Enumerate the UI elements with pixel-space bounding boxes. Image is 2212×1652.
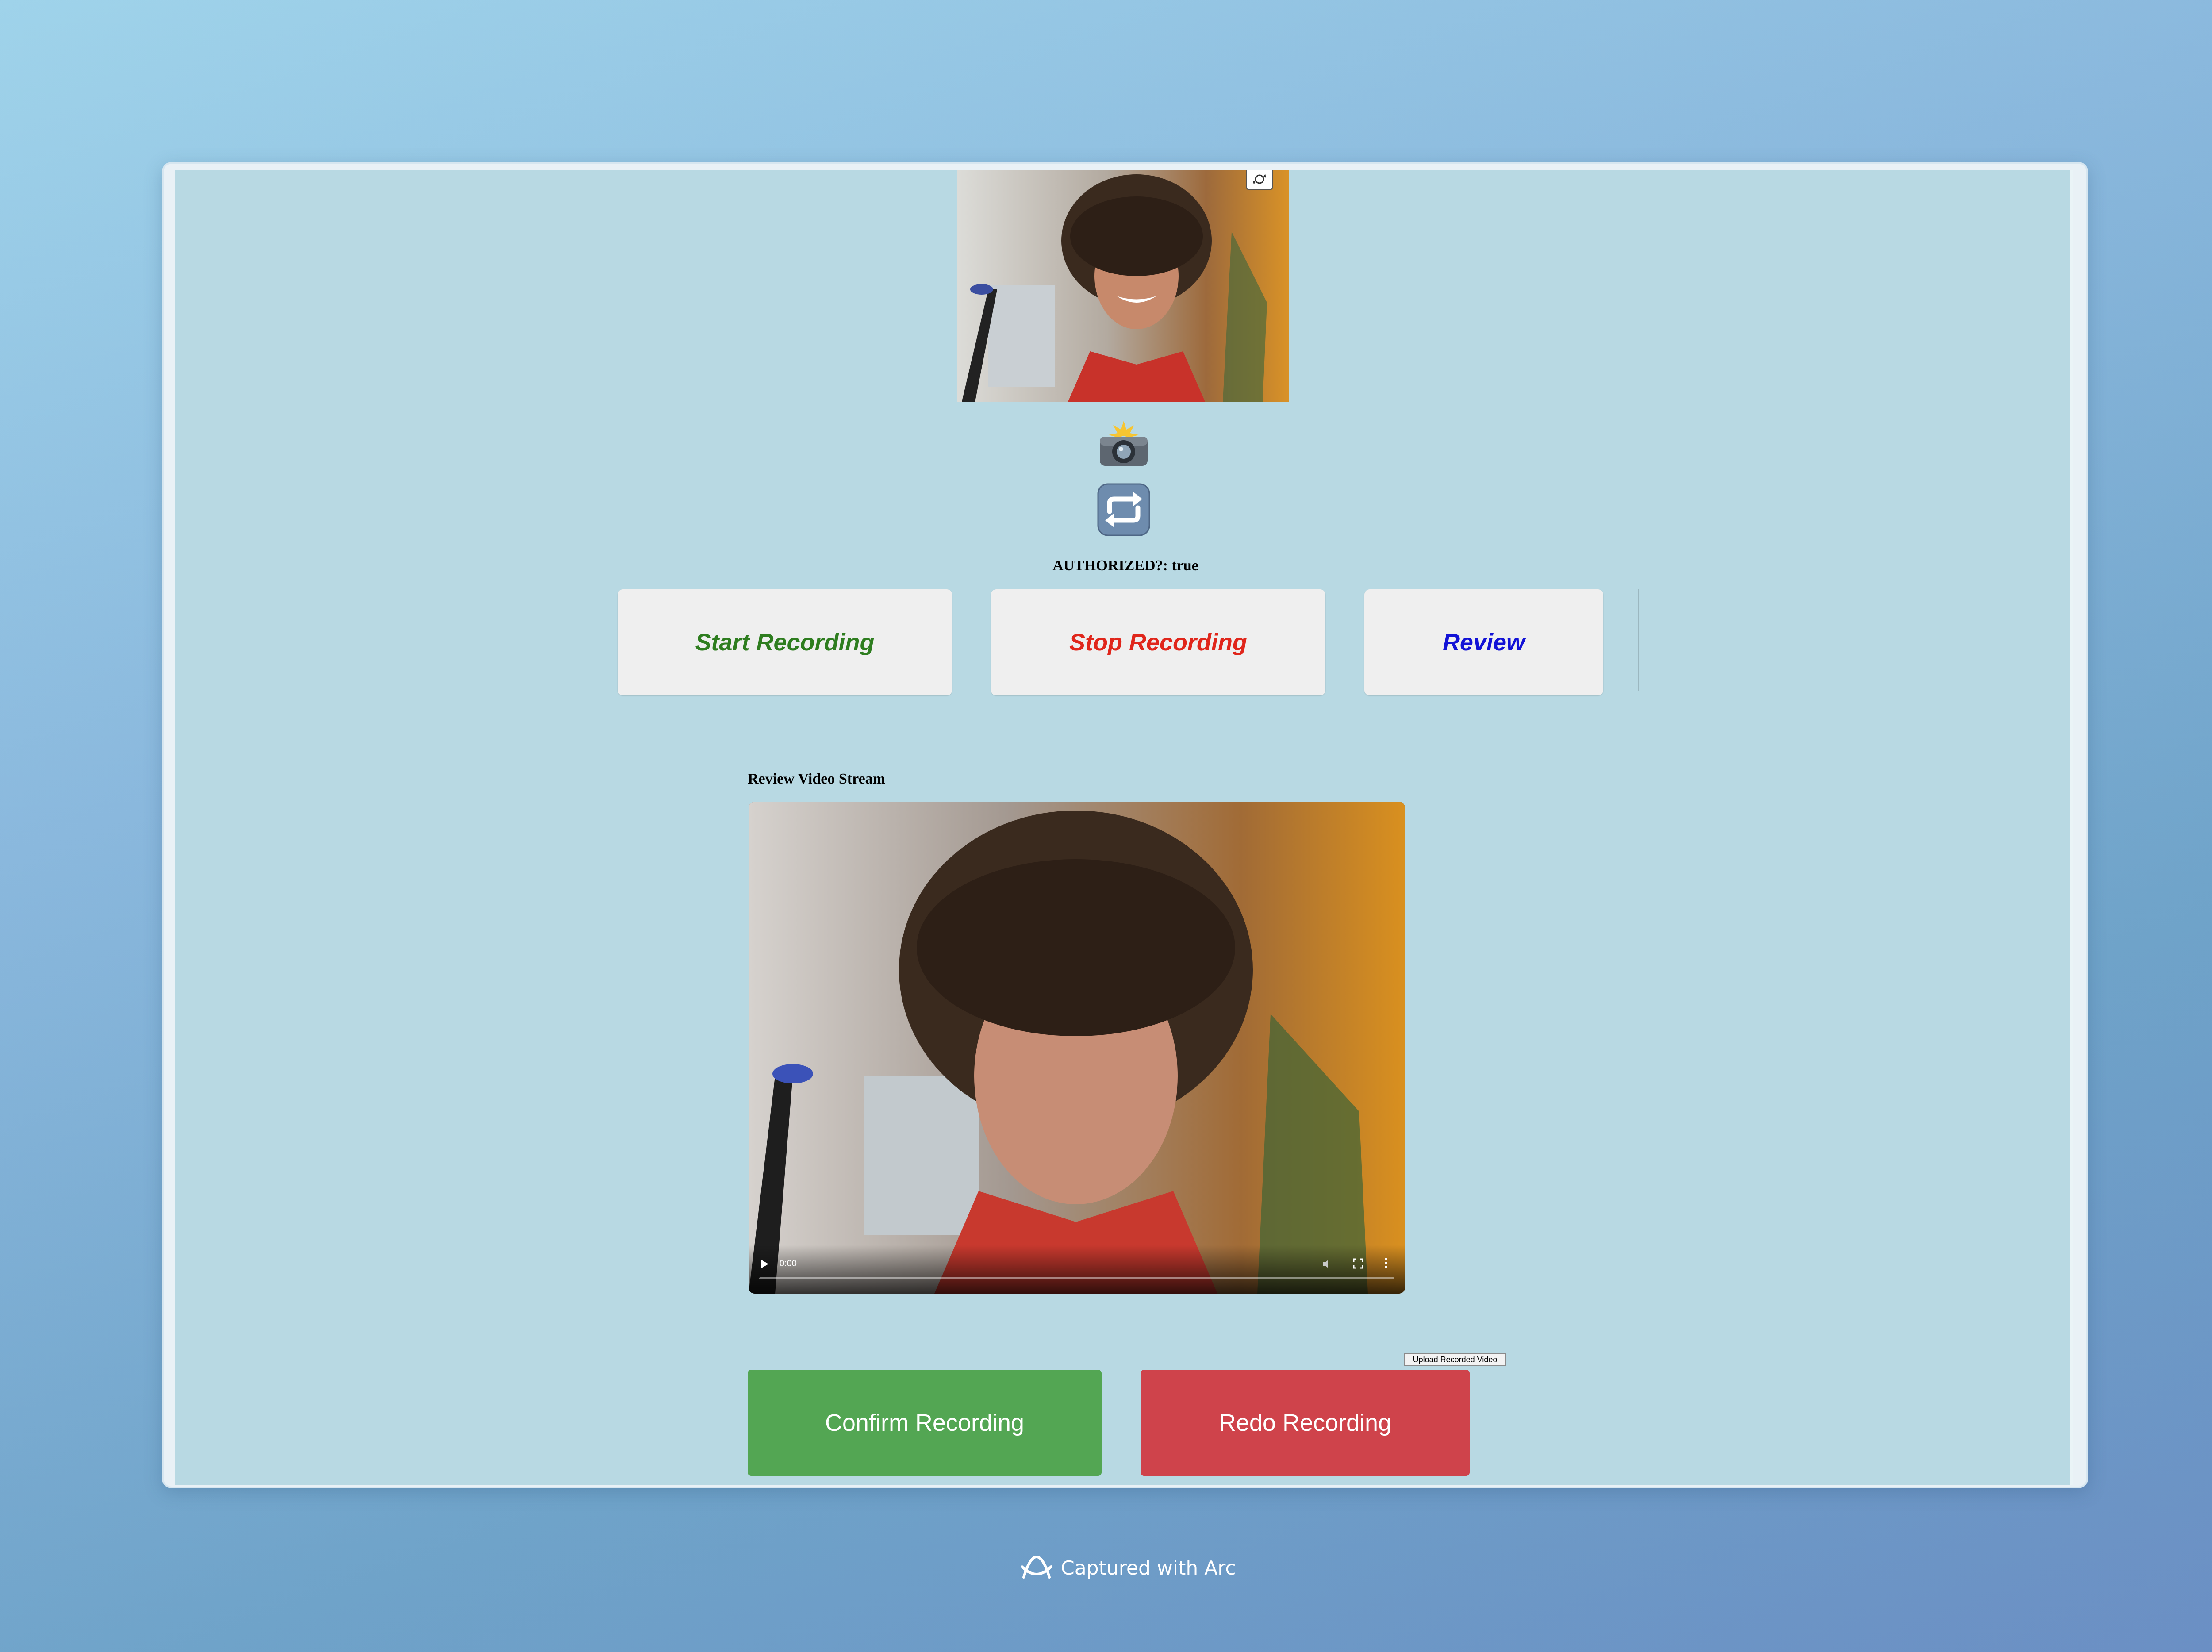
camera-flip-icon (1253, 174, 1266, 184)
capture-button[interactable] (1097, 418, 1150, 471)
video-controls-bar: 0:00 (749, 1245, 1405, 1294)
review-video-frame (749, 802, 1405, 1294)
mute-icon[interactable] (1322, 1259, 1333, 1269)
capture-footer: Captured with Arc (1020, 1553, 1236, 1583)
live-camera-preview (957, 170, 1289, 402)
video-time: 0:00 (780, 1259, 797, 1268)
camera-flash-icon (1100, 421, 1148, 466)
fullscreen-icon[interactable] (1353, 1258, 1363, 1269)
review-heading: Review Video Stream (748, 771, 885, 787)
browser-window: AUTHORIZED?: true Start Recording Stop R… (162, 162, 2088, 1488)
footer-text: Captured with Arc (1061, 1556, 1236, 1579)
video-progress-track[interactable] (759, 1277, 1394, 1279)
authorized-label: AUTHORIZED?: (1052, 557, 1168, 574)
switch-camera-button[interactable] (1097, 483, 1150, 536)
preview-person-image (957, 170, 1289, 402)
more-options-icon[interactable] (1384, 1257, 1388, 1269)
start-recording-button[interactable]: Start Recording (618, 589, 952, 695)
review-button[interactable]: Review (1364, 589, 1603, 695)
page-right-edge (2070, 170, 2073, 1485)
authorization-status: AUTHORIZED?: true (1002, 557, 1249, 574)
redo-recording-button[interactable]: Redo Recording (1141, 1370, 1470, 1476)
repeat-arrows-icon (1097, 483, 1150, 536)
upload-recorded-video-button[interactable]: Upload Recorded Video (1404, 1353, 1506, 1366)
vertical-divider (1638, 589, 1639, 691)
page-content: AUTHORIZED?: true Start Recording Stop R… (175, 170, 2073, 1485)
camera-flip-button[interactable] (1246, 170, 1273, 190)
stop-recording-button[interactable]: Stop Recording (991, 589, 1325, 695)
confirm-recording-button[interactable]: Confirm Recording (748, 1370, 1102, 1476)
play-icon[interactable] (760, 1259, 769, 1269)
arc-logo-icon (1021, 1555, 1052, 1579)
review-video-player[interactable]: 0:00 (749, 802, 1405, 1294)
authorized-value: true (1171, 557, 1198, 574)
